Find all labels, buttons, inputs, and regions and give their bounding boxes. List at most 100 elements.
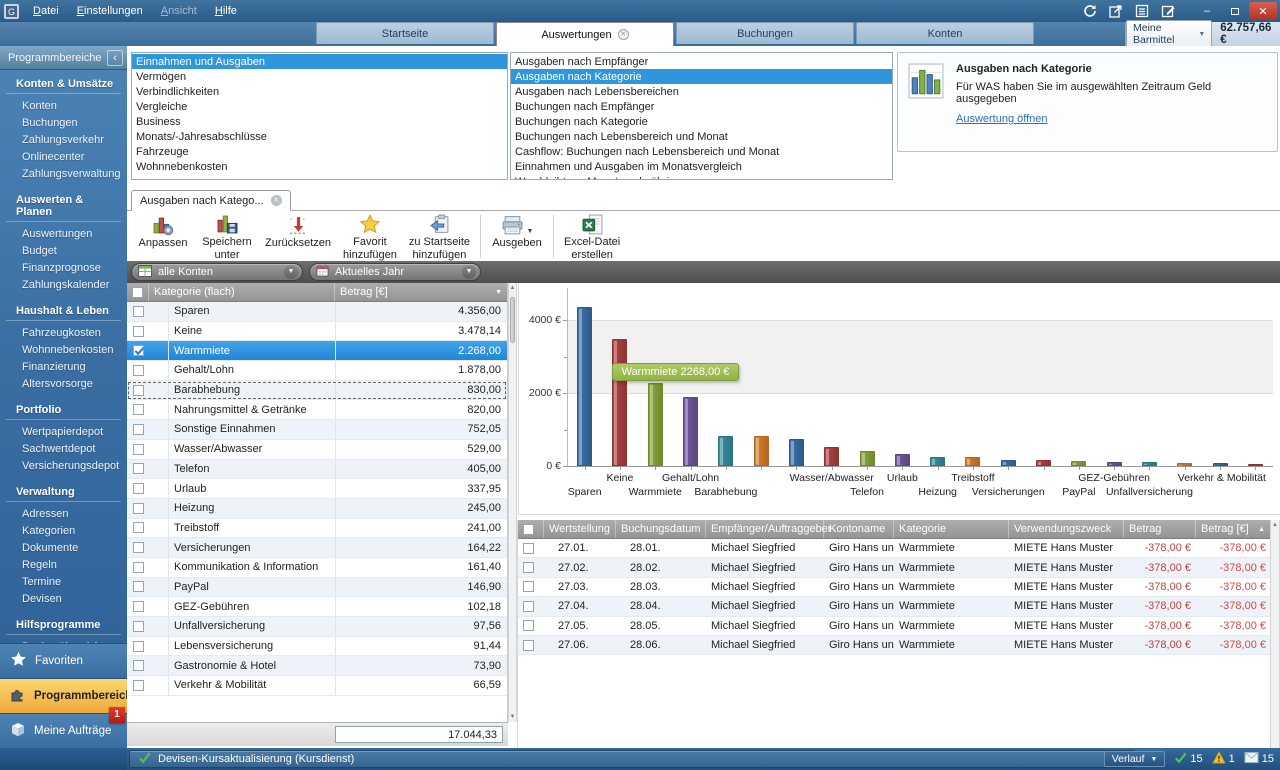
select-all-checkbox[interactable] xyxy=(523,524,534,535)
sidebar-item-auswertungen[interactable]: Auswertungen xyxy=(0,225,127,242)
sidebar-collapse-button[interactable]: ‹ xyxy=(107,50,123,66)
bar-telefon[interactable] xyxy=(860,451,875,466)
menu-einstellungen[interactable]: Einstellungen xyxy=(69,3,151,19)
report-type-item[interactable]: Buchungen nach Kategorie xyxy=(511,114,892,129)
sidebar-item-sachwertdepot[interactable]: Sachwertdepot xyxy=(0,440,127,457)
table-row[interactable]: PayPal146,90 xyxy=(127,578,507,598)
bar-sparen[interactable] xyxy=(577,307,592,466)
report-type-item[interactable]: Ausgaben nach Empfänger xyxy=(511,54,892,69)
report-subtab[interactable]: Ausgaben nach Katego... ✕ xyxy=(131,190,291,211)
sidebar-item-zahlungsverwaltung[interactable]: Zahlungsverwaltung xyxy=(0,165,127,182)
anpassen-button[interactable]: Anpassen xyxy=(131,212,195,261)
bar-gehalt-lohn[interactable] xyxy=(683,397,698,466)
table-row[interactable]: Barabhebung830,00 xyxy=(127,381,507,401)
column-header-kategorie[interactable]: Kategorie xyxy=(894,520,1009,538)
close-icon[interactable]: ✕ xyxy=(271,195,282,206)
column-header-wertstellung[interactable]: Wertstellung xyxy=(544,520,616,538)
column-header-betrag[interactable]: Betrag [€]▼ xyxy=(335,283,507,301)
report-type-item[interactable]: Ausgaben nach Kategorie xyxy=(511,69,892,84)
tab-konten[interactable]: Konten xyxy=(856,22,1034,44)
sidebar-item-konten[interactable]: Konten xyxy=(0,97,127,114)
row-checkbox[interactable] xyxy=(133,326,144,337)
column-header-kategorie[interactable]: Kategorie (flach) xyxy=(149,283,335,301)
row-checkbox[interactable] xyxy=(133,503,144,514)
column-header-buchungsdatum[interactable]: Buchungsdatum xyxy=(616,520,706,538)
report-type-item[interactable]: Buchungen nach Lebensbereich und Monat xyxy=(511,129,892,144)
report-type-item[interactable]: Ausgaben nach Lebensbereichen xyxy=(511,84,892,99)
column-header-kontoname[interactable]: Kontoname xyxy=(824,520,894,538)
bar-urlaub[interactable] xyxy=(895,454,910,466)
verlauf-button[interactable]: Verlauf ▼ xyxy=(1104,751,1166,767)
sidebar-item-buchungen[interactable]: Buchungen xyxy=(0,114,127,131)
bar-sonstige-einnahmen[interactable] xyxy=(789,439,804,466)
row-checkbox[interactable] xyxy=(133,522,144,533)
maximize-button[interactable] xyxy=(1221,2,1249,20)
tab-startseite[interactable]: Startseite xyxy=(316,22,494,44)
minimize-button[interactable]: – xyxy=(1193,2,1221,20)
transaction-row[interactable]: 27.04.28.04.Michael SiegfriedGiro Hans u… xyxy=(518,597,1280,616)
report-group-item[interactable]: Business xyxy=(132,114,507,129)
report-group-item[interactable]: Vergleiche xyxy=(132,99,507,114)
table-row[interactable]: Gastronomie & Hotel73,90 xyxy=(127,656,507,676)
table-row[interactable]: Treibstoff241,00 xyxy=(127,519,507,539)
refresh-icon[interactable] xyxy=(1077,2,1103,20)
ausgeben-button[interactable]: ▼Ausgeben xyxy=(485,212,549,261)
transaction-row[interactable]: 27.01.28.01.Michael SiegfriedGiro Hans u… xyxy=(518,539,1280,558)
table-row[interactable]: Versicherungen164,22 xyxy=(127,538,507,558)
report-group-item[interactable]: Vermögen xyxy=(132,69,507,84)
sidebar-item-versicherungsdepot[interactable]: Versicherungsdepot xyxy=(0,457,127,474)
sidebar-item-wohnnebenkosten[interactable]: Wohnnebenkosten xyxy=(0,341,127,358)
table-row[interactable]: Keine3.478,14 xyxy=(127,322,507,342)
sidebar-item-termine[interactable]: Termine xyxy=(0,573,127,590)
table-row[interactable]: Unfallversicherung97,56 xyxy=(127,617,507,637)
bar-treibstoff[interactable] xyxy=(965,457,980,466)
filter-aktuelles-jahr[interactable]: Aktuelles Jahr▼ xyxy=(309,263,481,281)
report-group-item[interactable]: Monats/-Jahresabschlüsse xyxy=(132,129,507,144)
zurücksetzen-button[interactable]: Zurücksetzen xyxy=(259,212,337,261)
column-header-betrag-[interactable]: Betrag [€]▲ xyxy=(1196,520,1271,538)
row-checkbox[interactable] xyxy=(523,562,534,573)
row-checkbox[interactable] xyxy=(523,581,534,592)
select-all-checkbox[interactable] xyxy=(132,287,143,298)
row-checkbox[interactable] xyxy=(523,601,534,612)
zu-startseite-hinzufügen-button[interactable]: zu Startseitehinzufügen xyxy=(403,212,476,261)
table-row[interactable]: Lebensversicherung91,44 xyxy=(127,637,507,657)
transaction-row[interactable]: 27.02.28.02.Michael SiegfriedGiro Hans u… xyxy=(518,558,1280,577)
open-report-link[interactable]: Auswertung öffnen xyxy=(956,113,1048,125)
report-group-item[interactable]: Verbindlichkeiten xyxy=(132,84,507,99)
bar-barabhebung[interactable] xyxy=(718,436,733,466)
table-row[interactable]: Urlaub337,95 xyxy=(127,479,507,499)
table-row[interactable]: GEZ-Gebühren102,18 xyxy=(127,597,507,617)
bar-heizung[interactable] xyxy=(930,457,945,466)
report-type-item[interactable]: Einnahmen und Ausgaben im Monatsvergleic… xyxy=(511,159,892,174)
report-group-item[interactable]: Einnahmen und Ausgaben xyxy=(132,54,507,69)
table-row[interactable]: Sonstige Einnahmen752,05 xyxy=(127,420,507,440)
sidebar-item-zahlungsverkehr[interactable]: Zahlungsverkehr xyxy=(0,131,127,148)
report-type-item[interactable]: Cashflow: Buchungen nach Lebensbereich u… xyxy=(511,144,892,159)
excel-datei-erstellen-button[interactable]: Excel-Dateierstellen xyxy=(558,212,626,261)
row-checkbox[interactable] xyxy=(133,385,144,396)
table-row[interactable]: Verkehr & Mobilität66,59 xyxy=(127,676,507,696)
sidebar-item-budget[interactable]: Budget xyxy=(0,242,127,259)
sidebar-item-kategorien[interactable]: Kategorien xyxy=(0,522,127,539)
sidebar-item-altersvorsorge[interactable]: Altersvorsorge xyxy=(0,375,127,392)
row-checkbox[interactable] xyxy=(133,601,144,612)
row-checkbox[interactable] xyxy=(133,424,144,435)
report-type-item[interactable]: Buchungen nach Empfänger xyxy=(511,99,892,114)
row-checkbox[interactable] xyxy=(133,562,144,573)
sidebar-item-adressen[interactable]: Adressen xyxy=(0,505,127,522)
favorit-hinzufügen-button[interactable]: Favorithinzufügen xyxy=(337,212,403,261)
report-group-item[interactable]: Fahrzeuge xyxy=(132,144,507,159)
table-row[interactable]: Wasser/Abwasser529,00 xyxy=(127,440,507,460)
sidebar-item-regeln[interactable]: Regeln xyxy=(0,556,127,573)
sidebar-item-dokumente[interactable]: Dokumente xyxy=(0,539,127,556)
report-group-item[interactable]: Wohnnebenkosten xyxy=(132,159,507,174)
report-icon[interactable] xyxy=(1129,2,1155,20)
transaction-row[interactable]: 27.05.28.05.Michael SiegfriedGiro Hans u… xyxy=(518,617,1280,636)
sidebar-item-fahrzeugkosten[interactable]: Fahrzeugkosten xyxy=(0,324,127,341)
bar-keine[interactable] xyxy=(612,339,627,466)
bottom-nav-favoriten[interactable]: Favoriten xyxy=(0,643,127,678)
transaction-row[interactable]: 27.06.28.06.Michael SiegfriedGiro Hans u… xyxy=(518,636,1280,655)
column-header-betrag[interactable]: Betrag xyxy=(1124,520,1196,538)
edit-icon[interactable] xyxy=(1155,2,1181,20)
